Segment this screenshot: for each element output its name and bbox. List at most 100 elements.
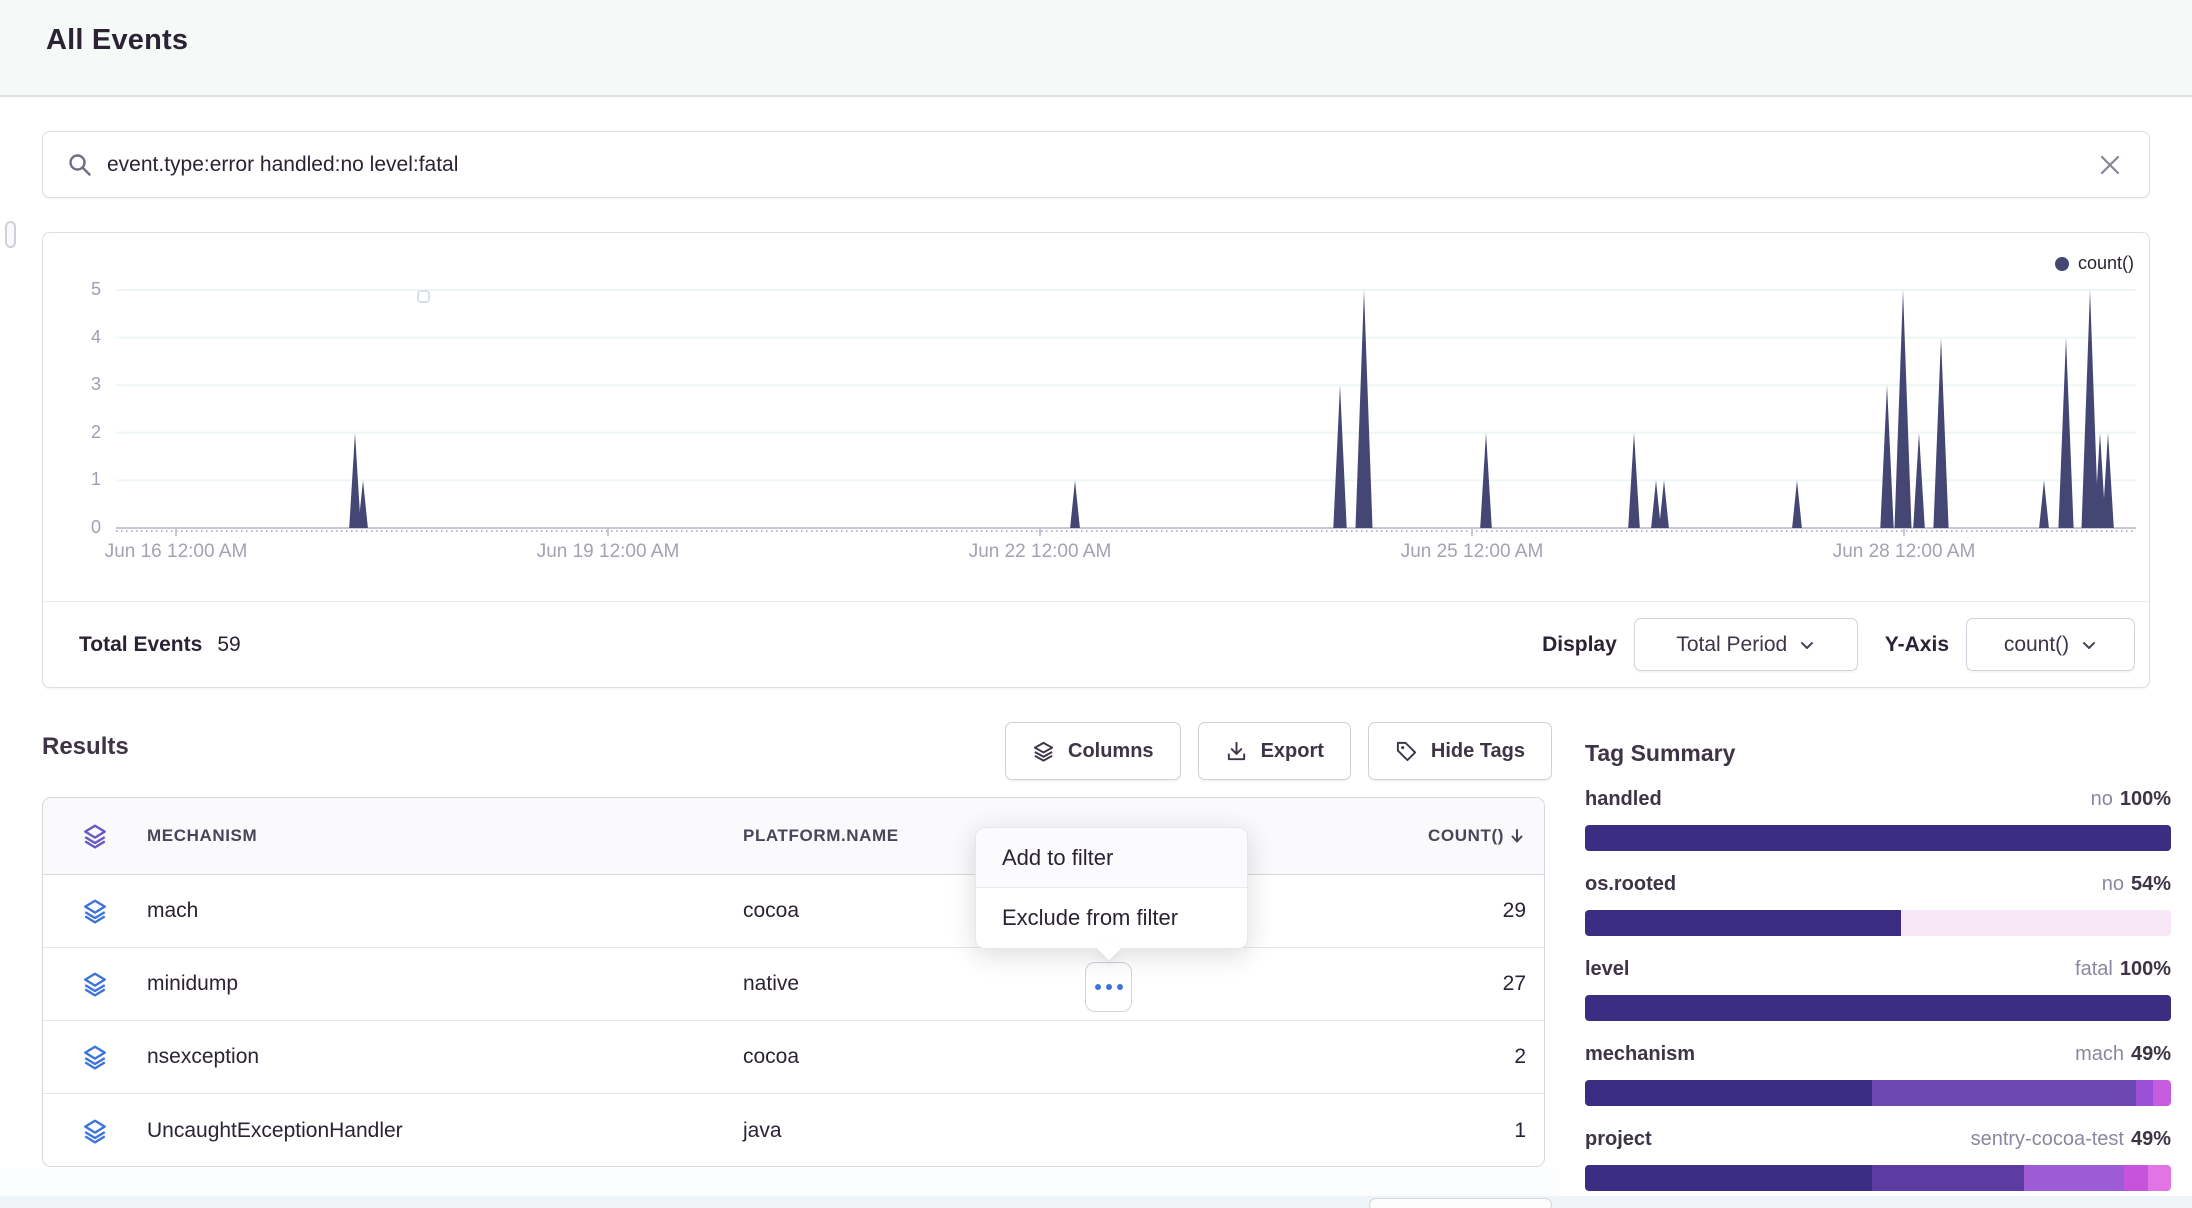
tag-distribution-bar-mechanism[interactable]: [1585, 1080, 2171, 1106]
tag-summary-heading: Tag Summary: [1585, 740, 2171, 767]
chart-point-marker: [417, 290, 430, 303]
tag-name-mechanism: mechanism: [1585, 1043, 1695, 1066]
tag-bar-segment: [1901, 910, 2171, 936]
pagination-buttons-cutoff[interactable]: [1369, 1198, 1552, 1208]
search-query-input[interactable]: event.type:error handled:no level:fatal: [107, 153, 2095, 177]
tag-distribution-bar-os.rooted[interactable]: [1585, 910, 2171, 936]
hide-tags-button[interactable]: Hide Tags: [1368, 722, 1552, 780]
chart-legend[interactable]: count(): [2055, 253, 2134, 274]
tag-distribution-bar-handled[interactable]: [1585, 825, 2171, 851]
clear-search-icon[interactable]: [2095, 150, 2125, 180]
cell-platform[interactable]: java: [743, 1119, 1344, 1143]
all-events-page: All Events event.type:error handled:no l…: [0, 0, 2192, 1208]
tag-summary-panel: Tag Summary handledno100%os.rootedno54%l…: [1585, 740, 2171, 767]
results-table: MECHANISM PLATFORM.NAME COUNT() mach coc…: [42, 797, 1545, 1167]
cell-platform[interactable]: cocoa: [743, 1045, 1344, 1069]
cell-mechanism[interactable]: UncaughtExceptionHandler: [147, 1119, 743, 1143]
tag-bar-segment: [1585, 825, 2171, 851]
tag-top-value: no54%: [2102, 873, 2171, 896]
row-layers-icon: [43, 1044, 147, 1070]
download-icon: [1225, 740, 1248, 763]
y-axis-label: 3: [59, 374, 101, 395]
display-dropdown-value: Total Period: [1676, 633, 1787, 657]
chevron-down-icon: [2081, 637, 2097, 653]
row-layers-icon: [43, 1118, 147, 1144]
results-toolbar: Columns Export Hide Tags: [1005, 722, 1552, 780]
cell-mechanism[interactable]: mach: [147, 899, 743, 923]
tag-icon: [1395, 740, 1418, 763]
tag-top-value: sentry-cocoa-test49%: [1971, 1128, 2171, 1151]
search-icon: [67, 152, 93, 178]
tag-bar-segment: [1585, 1165, 1872, 1191]
search-bar[interactable]: event.type:error handled:no level:fatal: [42, 131, 2150, 198]
dot: [1095, 984, 1101, 990]
cell-mechanism[interactable]: minidump: [147, 972, 743, 996]
cell-count[interactable]: 2: [1344, 1045, 1544, 1069]
x-axis-label: Jun 22 12:00 AM: [930, 541, 1150, 563]
page-header: All Events: [0, 0, 2192, 97]
total-events-value: 59: [217, 633, 240, 657]
tag-name-level: level: [1585, 958, 1629, 981]
y-axis-label: 1: [59, 469, 101, 490]
tag-bar-segment: [2124, 1165, 2147, 1191]
column-header-count[interactable]: COUNT(): [1344, 826, 1544, 846]
columns-button[interactable]: Columns: [1005, 722, 1181, 780]
cell-count[interactable]: 27: [1344, 972, 1544, 996]
cell-count[interactable]: 1: [1344, 1119, 1544, 1143]
row-layers-icon: [43, 898, 147, 924]
cell-actions-button[interactable]: [1085, 962, 1132, 1012]
chart-footer: Total Events 59 Display Total Period Y-A…: [43, 601, 2149, 687]
dot: [1106, 984, 1112, 990]
tag-top-value: fatal100%: [2075, 958, 2171, 981]
layers-icon: [1032, 740, 1055, 763]
export-button-label: Export: [1261, 740, 1324, 763]
tag-distribution-bar-level[interactable]: [1585, 995, 2171, 1021]
column-header-mechanism[interactable]: MECHANISM: [147, 826, 743, 846]
display-dropdown[interactable]: Total Period: [1634, 618, 1858, 671]
table-row-nsexception[interactable]: nsexception cocoa 2: [43, 1021, 1544, 1094]
tag-bar-segment: [2148, 1165, 2171, 1191]
tag-bar-segment: [1872, 1165, 2024, 1191]
export-button[interactable]: Export: [1198, 722, 1351, 780]
legend-series-dot: [2055, 257, 2069, 271]
tag-bar-segment: [2024, 1165, 2124, 1191]
table-row-minidump[interactable]: minidump native 27: [43, 948, 1544, 1021]
tag-bar-segment: [2136, 1080, 2154, 1106]
columns-button-label: Columns: [1068, 740, 1154, 763]
hide-tags-button-label: Hide Tags: [1431, 740, 1525, 763]
table-row-mach[interactable]: mach cocoa 29: [43, 875, 1544, 948]
events-chart[interactable]: 012345 Jun 16 12:00 AMJun 19 12:00 AMJun…: [43, 233, 2148, 602]
header-layers-icon[interactable]: [43, 823, 147, 849]
table-row-UncaughtExceptionHandler[interactable]: UncaughtExceptionHandler java 1: [43, 1094, 1544, 1167]
y-axis-label: 4: [59, 327, 101, 348]
tag-bar-segment: [1585, 1080, 1872, 1106]
tag-bar-segment: [1585, 910, 1901, 936]
count-header-label: COUNT(): [1428, 826, 1504, 846]
yaxis-dropdown[interactable]: count(): [1966, 618, 2135, 671]
tag-top-value: mach49%: [2075, 1043, 2171, 1066]
cell-mechanism[interactable]: nsexception: [147, 1045, 743, 1069]
cell-platform[interactable]: native: [743, 972, 1344, 996]
table-header-row: MECHANISM PLATFORM.NAME COUNT(): [43, 798, 1544, 875]
cell-context-menu: Add to filter Exclude from filter: [975, 827, 1248, 949]
display-label: Display: [1542, 633, 1617, 657]
tag-distribution-bar-project[interactable]: [1585, 1165, 2171, 1191]
tag-name-os.rooted: os.rooted: [1585, 873, 1676, 896]
tag-name-handled: handled: [1585, 788, 1662, 811]
total-events-label: Total Events: [79, 633, 202, 657]
row-layers-icon: [43, 971, 147, 997]
tag-bar-segment: [1872, 1080, 2136, 1106]
bottom-stripe: [0, 1196, 2192, 1208]
cell-count[interactable]: 29: [1344, 899, 1544, 923]
tag-name-project: project: [1585, 1128, 1652, 1151]
menu-item-add-to-filter[interactable]: Add to filter: [976, 828, 1247, 888]
tag-bar-segment: [2153, 1080, 2171, 1106]
yaxis-dropdown-value: count(): [2004, 633, 2069, 657]
x-axis-label: Jun 19 12:00 AM: [498, 541, 718, 563]
tag-top-value: no100%: [2091, 788, 2171, 811]
legend-series-label: count(): [2078, 253, 2134, 274]
y-axis-label: 2: [59, 422, 101, 443]
sidebar-collapse-handle[interactable]: [5, 221, 16, 248]
y-axis-label: 0: [59, 517, 101, 538]
page-title: All Events: [46, 24, 188, 57]
